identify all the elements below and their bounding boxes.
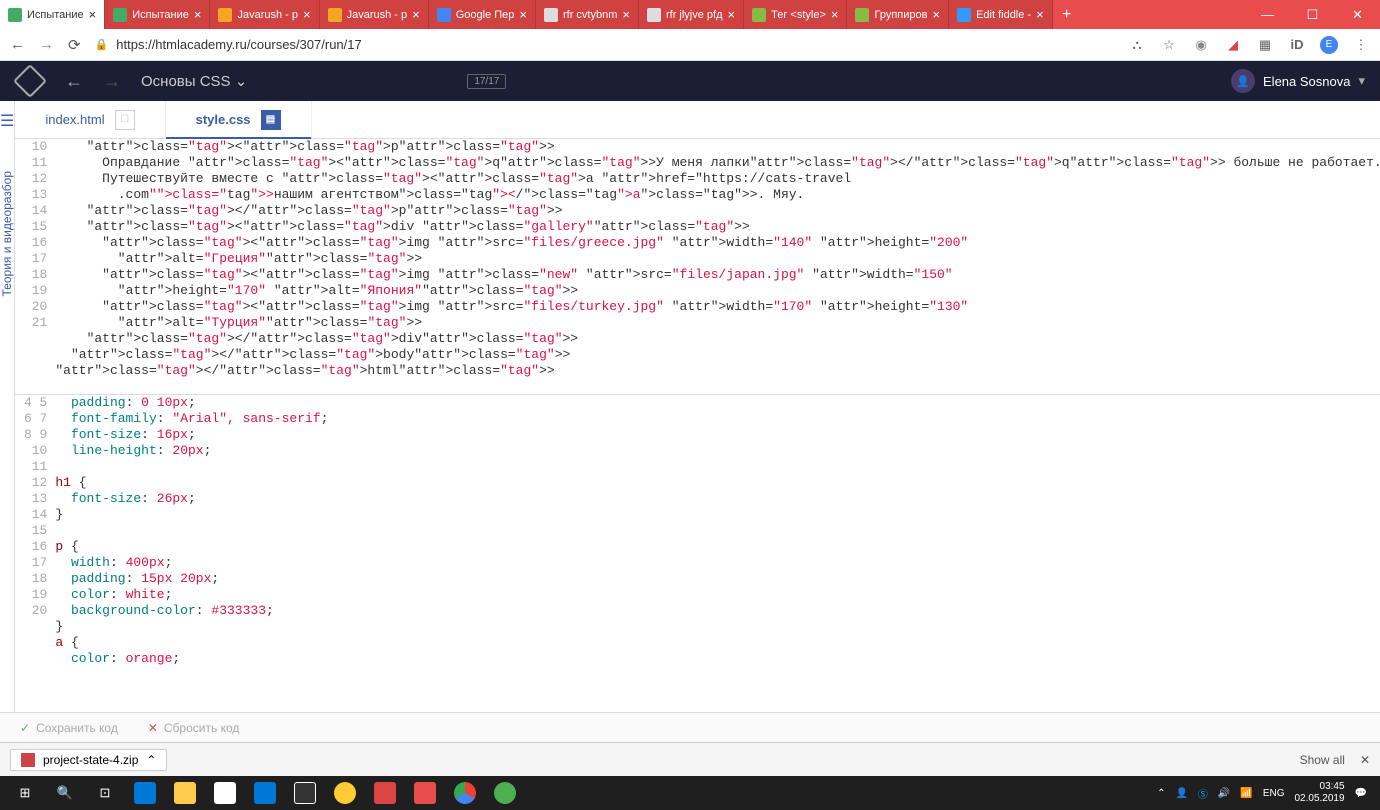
ext-icon-4[interactable]: iD xyxy=(1288,36,1306,54)
editor-actions: ✓Сохранить код ✕Сбросить код xyxy=(0,712,1380,742)
tray-icon[interactable]: 👤 xyxy=(1175,788,1187,799)
close-window-button[interactable]: ✕ xyxy=(1335,0,1380,29)
tray-clock[interactable]: 03:45 02.05.2019 xyxy=(1294,781,1344,805)
tray-wifi-icon[interactable]: 📶 xyxy=(1240,788,1252,799)
x-icon: ✕ xyxy=(148,721,158,735)
close-icon[interactable]: × xyxy=(412,7,420,22)
browser-tab-4[interactable]: Google Пер× xyxy=(429,0,536,29)
close-icon[interactable]: × xyxy=(519,7,527,22)
tray-notifications-icon[interactable]: 💬 xyxy=(1355,788,1367,799)
tb-explorer[interactable] xyxy=(165,776,205,810)
taskbar: ⊞ 🔍 ⊡ ⌃ 👤 Ⓢ 🔊 📶 ENG 03:45 02.05.2019 💬 xyxy=(0,776,1380,810)
close-icon[interactable]: × xyxy=(622,7,630,22)
star-icon[interactable]: ☆ xyxy=(1160,36,1178,54)
check-icon: ✓ xyxy=(20,721,30,735)
file-tabs: index.html ☐ style.css ▤ xyxy=(15,101,1380,139)
browser-tab-7[interactable]: Тег <style>× xyxy=(744,0,847,29)
avatar[interactable]: 👤 xyxy=(1231,69,1255,93)
start-button[interactable]: ⊞ xyxy=(5,776,45,810)
browser-tab-strip: Испытание× Испытание× Javarush - р× Java… xyxy=(0,0,1380,29)
tray-volume-icon[interactable]: 🔊 xyxy=(1218,788,1230,799)
ext-icon-1[interactable]: ◉ xyxy=(1192,36,1210,54)
html-editor[interactable]: 10 11 12 13 14 15 16 17 18 19 20 21 "att… xyxy=(15,139,1380,394)
back-button[interactable]: ← xyxy=(10,36,25,53)
tabs-container: Испытание× Испытание× Javarush - р× Java… xyxy=(0,0,1245,29)
file-icon xyxy=(21,753,35,767)
close-icon[interactable]: × xyxy=(932,7,940,22)
close-dlbar-button[interactable]: ✕ xyxy=(1360,753,1370,767)
css-editor[interactable]: 4 5 6 7 8 9 10 11 12 13 14 15 16 17 18 1… xyxy=(15,395,1380,712)
browser-tab-5[interactable]: rfr cvtybnm× xyxy=(536,0,639,29)
browser-tab-8[interactable]: Группиров× xyxy=(847,0,949,29)
close-icon[interactable]: × xyxy=(831,7,839,22)
search-icon[interactable]: 🔍 xyxy=(45,776,85,810)
forward-button[interactable]: → xyxy=(39,36,54,53)
tb-chrome[interactable] xyxy=(445,776,485,810)
nav-back[interactable]: ← xyxy=(65,71,83,92)
tray-skype-icon[interactable]: Ⓢ xyxy=(1198,786,1208,801)
reload-button[interactable]: ⟳ xyxy=(68,36,81,54)
tb-mail[interactable] xyxy=(245,776,285,810)
browser-tab-1[interactable]: Испытание× xyxy=(105,0,210,29)
browser-tab-2[interactable]: Javarush - р× xyxy=(210,0,319,29)
save-code-button[interactable]: ✓Сохранить код xyxy=(20,721,118,735)
tray-lang[interactable]: ENG xyxy=(1263,788,1285,799)
minimize-button[interactable]: — xyxy=(1245,0,1290,29)
logo-icon[interactable] xyxy=(13,64,47,98)
close-icon[interactable]: × xyxy=(1036,7,1044,22)
browser-tab-0[interactable]: Испытание× xyxy=(0,0,105,29)
tb-app1[interactable] xyxy=(285,776,325,810)
address-bar: ← → ⟳ 🔒 https://htmlacademy.ru/courses/3… xyxy=(0,29,1380,61)
translate-icon[interactable]: ⛬ xyxy=(1128,36,1146,54)
taskview-icon[interactable]: ⊡ xyxy=(85,776,125,810)
browser-tab-9[interactable]: Edit fiddle -× xyxy=(949,0,1053,29)
ext-icon-3[interactable]: ▦ xyxy=(1256,36,1274,54)
left-sidebar: ☰ Теория и видеоразбор xyxy=(0,101,15,712)
close-icon[interactable]: × xyxy=(303,7,311,22)
close-icon[interactable]: × xyxy=(728,7,736,22)
tb-app5[interactable] xyxy=(485,776,525,810)
menu-icon[interactable]: ⋮ xyxy=(1352,36,1370,54)
user-name[interactable]: Elena Sosnova xyxy=(1263,74,1350,89)
tb-app4[interactable] xyxy=(405,776,445,810)
tb-app2[interactable] xyxy=(325,776,365,810)
app-header: ← → Основы CSS ⌄ 17/17 👤 Elena Sosnova ▾ xyxy=(0,61,1380,101)
tb-edge[interactable] xyxy=(125,776,165,810)
sidebar-label[interactable]: Теория и видеоразбор xyxy=(0,171,14,296)
lock-icon: 🔒 xyxy=(95,38,109,51)
reset-code-button[interactable]: ✕Сбросить код xyxy=(148,721,240,735)
close-icon[interactable]: × xyxy=(89,7,97,22)
show-all-button[interactable]: Show all xyxy=(1300,753,1345,767)
chevron-down-icon[interactable]: ▾ xyxy=(1358,73,1365,89)
url-input[interactable]: 🔒 https://htmlacademy.ru/courses/307/run… xyxy=(95,37,1114,52)
tb-store[interactable] xyxy=(205,776,245,810)
file-tab-html[interactable]: index.html ☐ xyxy=(15,101,165,138)
course-name[interactable]: Основы CSS ⌄ xyxy=(141,72,247,90)
tray-icon[interactable]: ⌃ xyxy=(1157,788,1165,799)
ext-icon-2[interactable]: ◢ xyxy=(1224,36,1242,54)
browser-tab-6[interactable]: rfr jlyjve pfд× xyxy=(639,0,744,29)
progress-badge: 17/17 xyxy=(467,74,506,89)
hamburger-icon[interactable]: ☰ xyxy=(0,111,14,131)
download-item[interactable]: project-state-4.zip ⌃ xyxy=(10,749,167,771)
profile-icon[interactable]: E xyxy=(1320,36,1338,54)
nav-forward[interactable]: → xyxy=(103,71,121,92)
chevron-up-icon[interactable]: ⌃ xyxy=(146,753,156,767)
panel-icon[interactable]: ▤ xyxy=(261,110,281,130)
browser-tab-3[interactable]: Javarush - р× xyxy=(320,0,429,29)
tb-app3[interactable] xyxy=(365,776,405,810)
maximize-button[interactable]: ☐ xyxy=(1290,0,1335,29)
panel-icon[interactable]: ☐ xyxy=(115,110,135,130)
new-tab-button[interactable]: + xyxy=(1053,0,1081,29)
close-icon[interactable]: × xyxy=(194,7,202,22)
download-bar: project-state-4.zip ⌃ Show all ✕ xyxy=(0,742,1380,776)
file-tab-css[interactable]: style.css ▤ xyxy=(166,101,312,138)
